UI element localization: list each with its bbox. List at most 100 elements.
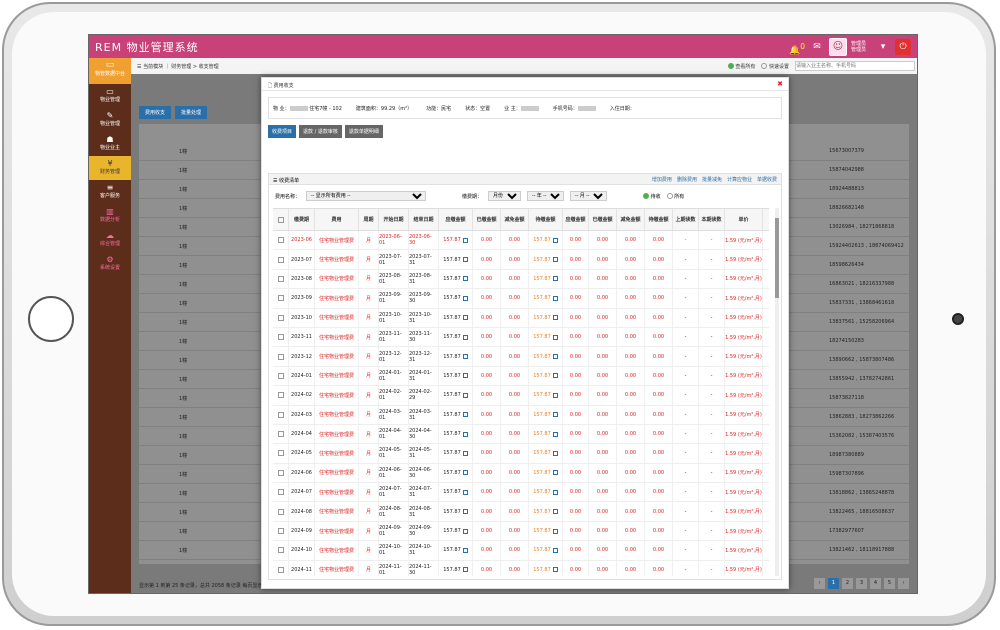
row-checkbox[interactable] (277, 489, 284, 496)
sidebar-item[interactable]: ¥ 财务管理 (89, 156, 131, 180)
edit-icon[interactable] (462, 489, 468, 495)
notice-link[interactable]: 查看所有 (727, 63, 755, 70)
page-button[interactable]: 5 (884, 578, 895, 589)
panel-action-button[interactable]: 批量减免 (702, 176, 722, 183)
edit-icon[interactable] (462, 450, 468, 456)
message-icon[interactable]: ✉ (809, 39, 825, 55)
fee-button[interactable]: 费用收支 (139, 106, 172, 119)
table-row[interactable]: 2024-03 住宅物业管理费 月 2024-03-01 2024-03-31 157.8… (273, 405, 769, 425)
row-checkbox[interactable] (277, 528, 284, 535)
bell-icon[interactable]: 🔔0 (789, 39, 805, 56)
edit-icon[interactable] (462, 295, 468, 301)
grid-cell[interactable] (273, 347, 289, 366)
table-row[interactable]: 2024-04 住宅物业管理费 月 2024-04-01 2024-04-30 157.8… (273, 424, 769, 445)
row-checkbox[interactable] (277, 353, 284, 360)
month-to-select[interactable]: -- 月 -- (570, 191, 608, 201)
edit-icon[interactable] (462, 257, 468, 263)
close-icon[interactable]: ✖ (777, 80, 783, 88)
grid-cell[interactable] (273, 289, 289, 308)
table-row[interactable]: 2024-10 住宅物业管理费 月 2024-10-01 2024-10-31 157.8… (273, 541, 769, 561)
sidebar-item[interactable]: ✎ 物业管理 (89, 108, 131, 132)
row-checkbox[interactable] (277, 547, 284, 554)
edit-icon[interactable] (462, 470, 468, 476)
grid-cell[interactable] (273, 308, 289, 327)
calendar-icon[interactable] (552, 373, 558, 379)
edit-icon[interactable] (462, 237, 468, 243)
quick-settings-link[interactable]: 快速设置 (761, 63, 789, 70)
table-row[interactable]: 2023-12 住宅物业管理费 月 2023-12-01 2023-12-31 157.8… (273, 347, 769, 367)
sidebar-item[interactable]: ≡ 客户服务 (89, 180, 131, 204)
page-button[interactable]: 4 (870, 578, 881, 589)
row-checkbox[interactable] (277, 431, 284, 438)
grid-cell[interactable] (273, 327, 289, 347)
row-checkbox[interactable] (277, 237, 284, 244)
calendar-icon[interactable] (552, 450, 558, 456)
table-row[interactable]: 2024-06 住宅物业管理费 月 2024-06-01 2024-06-30 157.8… (273, 463, 769, 484)
home-button[interactable] (28, 296, 74, 342)
edit-icon[interactable] (462, 547, 468, 553)
sidebar-item[interactable]: ☗ 物业业主 (89, 132, 131, 156)
calendar-icon[interactable] (552, 237, 558, 243)
grid-cell[interactable] (273, 231, 289, 250)
edit-icon[interactable] (462, 528, 468, 534)
row-checkbox[interactable] (277, 256, 284, 263)
calendar-icon[interactable] (552, 470, 558, 476)
grid-cell[interactable] (273, 483, 289, 502)
edit-icon[interactable] (462, 509, 468, 515)
row-checkbox[interactable] (277, 469, 284, 476)
calendar-icon[interactable] (552, 528, 558, 534)
page-button[interactable]: 3 (856, 578, 867, 589)
power-icon[interactable]: ⏻ (895, 39, 911, 55)
grid-cell[interactable] (273, 521, 289, 541)
grid-cell[interactable] (273, 366, 289, 386)
calendar-icon[interactable] (552, 295, 558, 301)
grid-cell[interactable] (273, 560, 289, 576)
grid-cell[interactable] (273, 541, 289, 560)
breadcrumb-path[interactable]: 财务管理 > 收支管理 (171, 64, 218, 70)
calendar-icon[interactable] (552, 547, 558, 553)
row-checkbox[interactable] (277, 392, 284, 399)
scrollbar[interactable] (775, 208, 779, 576)
batch-button[interactable]: 批量处理 (175, 106, 208, 119)
page-button[interactable]: 2 (842, 578, 853, 589)
table-row[interactable]: 2024-02 住宅物业管理费 月 2024-02-01 2024-02-29 157.8… (273, 386, 769, 406)
radio-all[interactable]: 所有 (666, 193, 684, 200)
page-button[interactable]: › (898, 578, 909, 589)
row-checkbox[interactable] (277, 508, 284, 515)
sidebar-item[interactable]: ▭ 物业管理 (89, 84, 131, 108)
edit-icon[interactable] (462, 412, 468, 418)
fee-name-select[interactable]: -- 显示所有费用 -- (306, 191, 427, 201)
grid-cell[interactable] (273, 444, 289, 463)
dialog-tab[interactable]: 退款 / 退款审核 (299, 125, 342, 138)
table-row[interactable]: 2023-10 住宅物业管理费 月 2023-10-01 2023-10-31 157.8… (273, 308, 769, 328)
grid-cell[interactable] (273, 386, 289, 405)
row-checkbox[interactable] (277, 372, 284, 379)
row-checkbox[interactable] (277, 334, 284, 341)
calendar-icon[interactable] (552, 567, 558, 573)
row-checkbox[interactable] (277, 566, 284, 573)
table-row[interactable]: 2024-08 住宅物业管理费 月 2024-08-01 2024-08-31 157.8… (273, 502, 769, 522)
calendar-icon[interactable] (552, 392, 558, 398)
calendar-icon[interactable] (552, 431, 558, 437)
calendar-icon[interactable] (552, 334, 558, 340)
calendar-icon[interactable] (552, 354, 558, 360)
grid-cell[interactable] (273, 405, 289, 424)
calendar-icon[interactable] (552, 489, 558, 495)
edit-icon[interactable] (462, 354, 468, 360)
panel-action-button[interactable]: 计算应物业 (727, 176, 752, 183)
chevron-down-icon[interactable]: ▾ (875, 39, 891, 55)
admin-menu[interactable]: 管理员 管理员 (851, 41, 871, 53)
table-row[interactable]: 2024-11 住宅物业管理费 月 2024-11-01 2024-11-30 157.8… (273, 560, 769, 576)
edit-icon[interactable] (462, 315, 468, 321)
dialog-tab[interactable]: 退款单据明细 (344, 125, 383, 138)
sidebar-item[interactable]: ☁ 综合管理 (89, 228, 131, 252)
page-button[interactable]: 1 (828, 578, 839, 589)
panel-action-button[interactable]: 单据收费 (757, 176, 777, 183)
grid-cell[interactable] (273, 269, 289, 289)
edit-icon[interactable] (462, 276, 468, 282)
table-row[interactable]: 2023-07 住宅物业管理费 月 2023-07-01 2023-07-31 157.8… (273, 250, 769, 270)
panel-action-button[interactable]: 增加费用 (652, 176, 672, 183)
year-from-select[interactable]: -- 年 -- (527, 191, 565, 201)
grid-cell[interactable] (273, 424, 289, 444)
calendar-icon[interactable] (552, 509, 558, 515)
